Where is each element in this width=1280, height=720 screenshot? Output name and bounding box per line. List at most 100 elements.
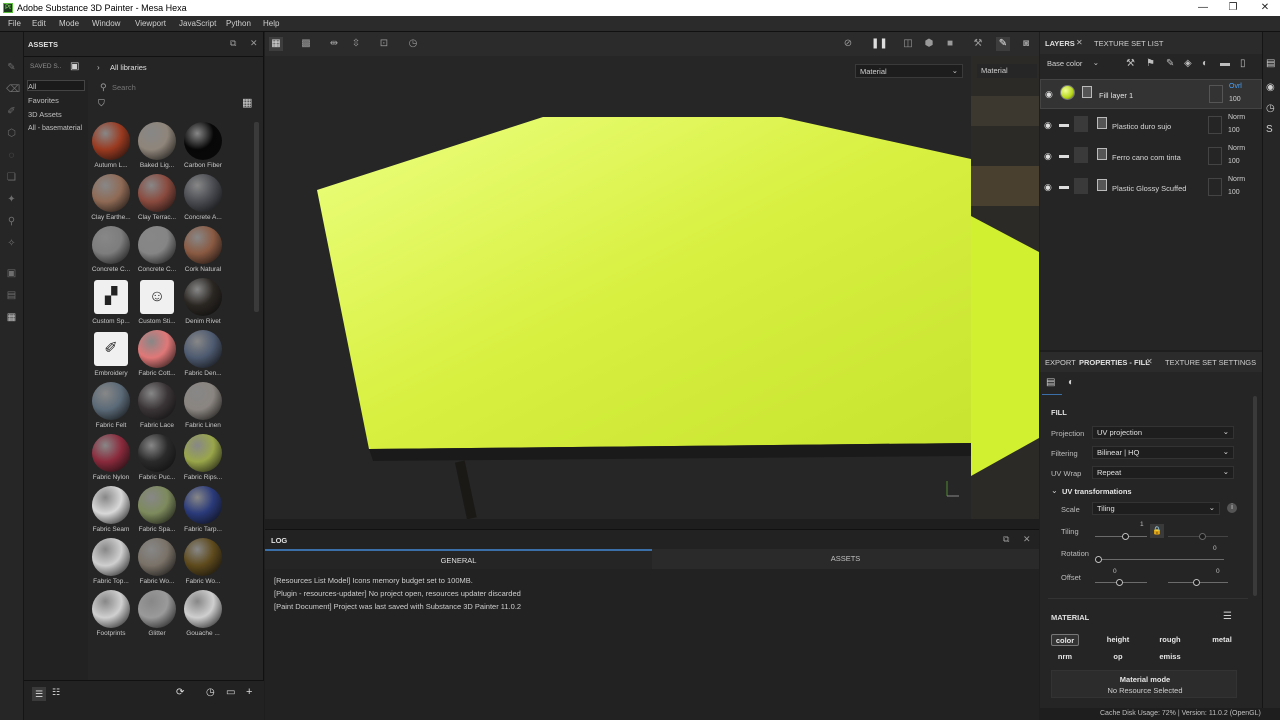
- channel-color-button[interactable]: color: [1051, 634, 1079, 646]
- nav-3d-assets[interactable]: 3D Assets: [28, 110, 62, 119]
- filtering-select[interactable]: Bilinear | HQ ⌄: [1092, 446, 1234, 459]
- restore-button[interactable]: ❐: [1218, 1, 1248, 15]
- bake-icon[interactable]: ✦: [6, 194, 17, 205]
- hide-icon[interactable]: ⊘: [841, 37, 855, 51]
- menu-viewport[interactable]: Viewport: [135, 19, 166, 28]
- add-fill-layer-icon[interactable]: ◈: [1184, 58, 1192, 69]
- save-icon[interactable]: ▣: [70, 61, 79, 72]
- add-effect-icon[interactable]: ⚑: [1146, 58, 1155, 69]
- asset-thumbnail[interactable]: [184, 122, 222, 160]
- eye-icon[interactable]: ◉: [1044, 151, 1052, 162]
- layer-name[interactable]: Plastic Glossy Scuffed: [1112, 184, 1186, 193]
- tiling-slider2-track[interactable]: [1168, 536, 1228, 537]
- layer-row-folder[interactable]: ◉ ▬ Plastico duro sujo Norm 100: [1040, 111, 1262, 141]
- nav-basematerial[interactable]: All - basematerial: [28, 125, 82, 132]
- timer-icon[interactable]: ◷: [406, 37, 420, 51]
- asset-thumbnail[interactable]: [184, 590, 222, 628]
- add-smart-material-icon[interactable]: ◐: [1202, 58, 1208, 69]
- viewport2-mode-dropdown[interactable]: Material: [977, 64, 1037, 78]
- tab-layers[interactable]: LAYERS: [1045, 39, 1075, 48]
- menu-edit[interactable]: Edit: [32, 19, 46, 28]
- channel-dropdown[interactable]: Base color ⌄: [1043, 57, 1101, 71]
- tiling-slider-track[interactable]: [1095, 536, 1147, 537]
- minimize-button[interactable]: —: [1188, 1, 1218, 15]
- asset-thumbnail[interactable]: ✐: [94, 332, 128, 366]
- rotation-slider-knob[interactable]: [1095, 556, 1102, 563]
- asset-thumbnail[interactable]: [92, 122, 130, 160]
- mask-icon[interactable]: ⚒: [1126, 58, 1135, 69]
- grid-settings-icon[interactable]: ▩: [299, 37, 313, 51]
- ruler-icon[interactable]: ▤: [6, 290, 17, 301]
- asset-thumbnail[interactable]: [138, 434, 176, 472]
- split-view-icon[interactable]: ◫: [901, 37, 915, 51]
- asset-thumbnail[interactable]: [184, 434, 222, 472]
- undock-icon[interactable]: ⧉: [1003, 534, 1009, 545]
- tab-texture-set-settings[interactable]: TEXTURE SET SETTINGS: [1165, 358, 1256, 367]
- tiling-slider-knob[interactable]: [1122, 533, 1129, 540]
- magic-icon[interactable]: ⚒: [971, 37, 985, 51]
- lock-icon[interactable]: 🔒: [1150, 524, 1164, 538]
- material-mode-box[interactable]: Material mode No Resource Selected: [1051, 670, 1237, 698]
- menu-mode[interactable]: Mode: [59, 19, 79, 28]
- delete-layer-icon[interactable]: ▯: [1240, 58, 1246, 69]
- layer-row-folder[interactable]: ◉ ▬ Ferro cano com tinta Norm 100: [1040, 142, 1262, 172]
- add-icon[interactable]: +: [246, 686, 252, 698]
- add-folder-icon[interactable]: ▬: [1220, 58, 1230, 69]
- substance-icon[interactable]: S: [1266, 124, 1273, 135]
- material-options-icon[interactable]: ☰: [1223, 611, 1232, 622]
- refresh-icon[interactable]: ⟳: [176, 687, 184, 698]
- tab-texture-set-list[interactable]: TEXTURE SET LIST: [1094, 39, 1163, 48]
- menu-python[interactable]: Python: [226, 19, 251, 28]
- channel-rough-button[interactable]: rough: [1156, 634, 1184, 646]
- props-scrollbar[interactable]: [1253, 396, 1257, 596]
- align-icon[interactable]: ⇳: [349, 37, 363, 51]
- channel-height-button[interactable]: height: [1104, 634, 1132, 646]
- blend-mode[interactable]: Ovrl: [1229, 83, 1242, 90]
- eye-icon[interactable]: ◉: [1044, 182, 1052, 193]
- asset-thumbnail[interactable]: [184, 538, 222, 576]
- picker-icon[interactable]: ⚲: [6, 216, 17, 227]
- asset-thumbnail[interactable]: [184, 330, 222, 368]
- paint-brush-icon[interactable]: ✎: [6, 62, 17, 73]
- blend-mode[interactable]: Norm: [1228, 176, 1245, 183]
- assets-scrollbar[interactable]: [254, 122, 259, 312]
- asset-thumbnail[interactable]: [184, 226, 222, 264]
- menu-window[interactable]: Window: [92, 19, 120, 28]
- layer-opacity[interactable]: 100: [1228, 158, 1240, 165]
- clone-icon[interactable]: ❏: [6, 172, 17, 183]
- asset-thumbnail[interactable]: ☺: [140, 280, 174, 314]
- tab-export[interactable]: EXPORT: [1045, 358, 1076, 367]
- viewport-3d[interactable]: Material ⌄ Material: [265, 56, 1039, 519]
- offset-y-slider-knob[interactable]: [1193, 579, 1200, 586]
- tiling-slider2-knob[interactable]: [1199, 533, 1206, 540]
- asset-thumbnail[interactable]: [184, 278, 222, 316]
- history-icon[interactable]: ◷: [1266, 103, 1275, 114]
- measure-icon[interactable]: ▦: [6, 312, 17, 323]
- grid-icon[interactable]: ▦: [269, 37, 283, 51]
- asset-thumbnail[interactable]: [138, 538, 176, 576]
- new-folder-icon[interactable]: ▭: [226, 687, 235, 698]
- layer-opacity[interactable]: 100: [1228, 189, 1240, 196]
- detail-view-icon[interactable]: ☷: [52, 687, 60, 698]
- polygon-fill-icon[interactable]: ⬡: [6, 128, 17, 139]
- projection-select[interactable]: UV projection ⌄: [1092, 426, 1234, 439]
- close-panel-icon[interactable]: ✕: [1023, 534, 1031, 545]
- offset-x-slider-knob[interactable]: [1116, 579, 1123, 586]
- asset-thumbnail[interactable]: [138, 590, 176, 628]
- asset-thumbnail[interactable]: [92, 226, 130, 264]
- asset-thumbnail[interactable]: [184, 174, 222, 212]
- asset-thumbnail[interactable]: [184, 486, 222, 524]
- asset-thumbnail[interactable]: [92, 590, 130, 628]
- asset-thumbnail[interactable]: [138, 486, 176, 524]
- scale-select[interactable]: Tiling ⌄: [1092, 502, 1220, 515]
- display-settings-icon[interactable]: ◉: [1266, 82, 1275, 93]
- uv-transformations-label[interactable]: UV transformations: [1062, 487, 1132, 496]
- projection-icon[interactable]: ✐: [6, 106, 17, 117]
- asset-thumbnail[interactable]: [92, 174, 130, 212]
- layer-properties-icon[interactable]: ▤: [1046, 377, 1055, 388]
- channel-op-button[interactable]: op: [1104, 651, 1132, 663]
- menu-file[interactable]: File: [8, 19, 21, 28]
- material-icon[interactable]: ◐: [1068, 377, 1074, 388]
- text-icon[interactable]: ✧: [6, 238, 17, 249]
- asset-thumbnail[interactable]: [92, 538, 130, 576]
